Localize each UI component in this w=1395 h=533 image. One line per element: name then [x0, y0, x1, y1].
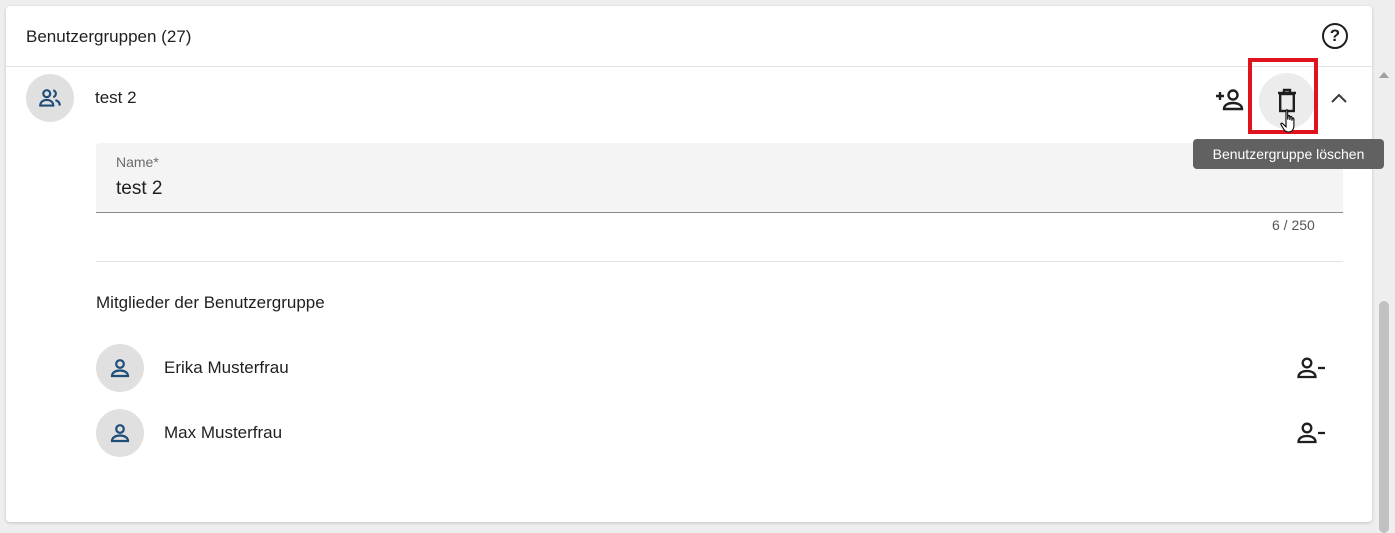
- person-remove-icon: [1297, 357, 1325, 379]
- add-member-button[interactable]: [1210, 80, 1250, 120]
- person-icon: [110, 359, 130, 378]
- delete-group-button[interactable]: [1259, 73, 1315, 129]
- scroll-up-icon[interactable]: [1379, 72, 1389, 78]
- group-icon: [39, 89, 61, 107]
- delete-tooltip: Benutzergruppe löschen: [1193, 139, 1384, 169]
- group-name: test 2: [95, 88, 137, 107]
- person-icon: [110, 424, 130, 443]
- name-field[interactable]: Name*: [96, 143, 1343, 213]
- member-name: Max Musterfrau: [164, 423, 283, 442]
- name-input[interactable]: [116, 177, 1316, 201]
- member-avatar: [96, 409, 144, 457]
- card-header: Benutzergruppen (27) ?: [6, 6, 1372, 67]
- trash-icon: [1278, 88, 1296, 113]
- person-add-icon: [1216, 89, 1244, 111]
- remove-member-button[interactable]: [1292, 415, 1332, 451]
- member-row: Erika Musterfrau: [6, 342, 1372, 394]
- chevron-up-icon: [1331, 93, 1347, 103]
- user-groups-card: Benutzergruppen (27) ? test 2 Name* test…: [6, 6, 1372, 522]
- divider: [96, 261, 1343, 262]
- name-field-label: Name*: [116, 154, 159, 170]
- card-title: Benutzergruppen (27): [26, 27, 192, 46]
- scrollbar[interactable]: [1377, 68, 1391, 533]
- help-circle-icon[interactable]: ?: [1322, 23, 1348, 49]
- member-name: Erika Musterfrau: [164, 358, 289, 377]
- scroll-thumb[interactable]: [1379, 301, 1389, 533]
- collapse-button[interactable]: [1324, 83, 1354, 113]
- members-title: Mitglieder der Benutzergruppe: [96, 293, 325, 312]
- group-avatar: [26, 74, 74, 122]
- person-remove-icon: [1297, 422, 1325, 444]
- remove-member-button[interactable]: [1292, 350, 1332, 386]
- character-counter: 6 / 250: [1272, 217, 1315, 233]
- member-avatar: [96, 344, 144, 392]
- group-row[interactable]: test 2: [6, 68, 1372, 140]
- member-row: Max Musterfrau: [6, 407, 1372, 459]
